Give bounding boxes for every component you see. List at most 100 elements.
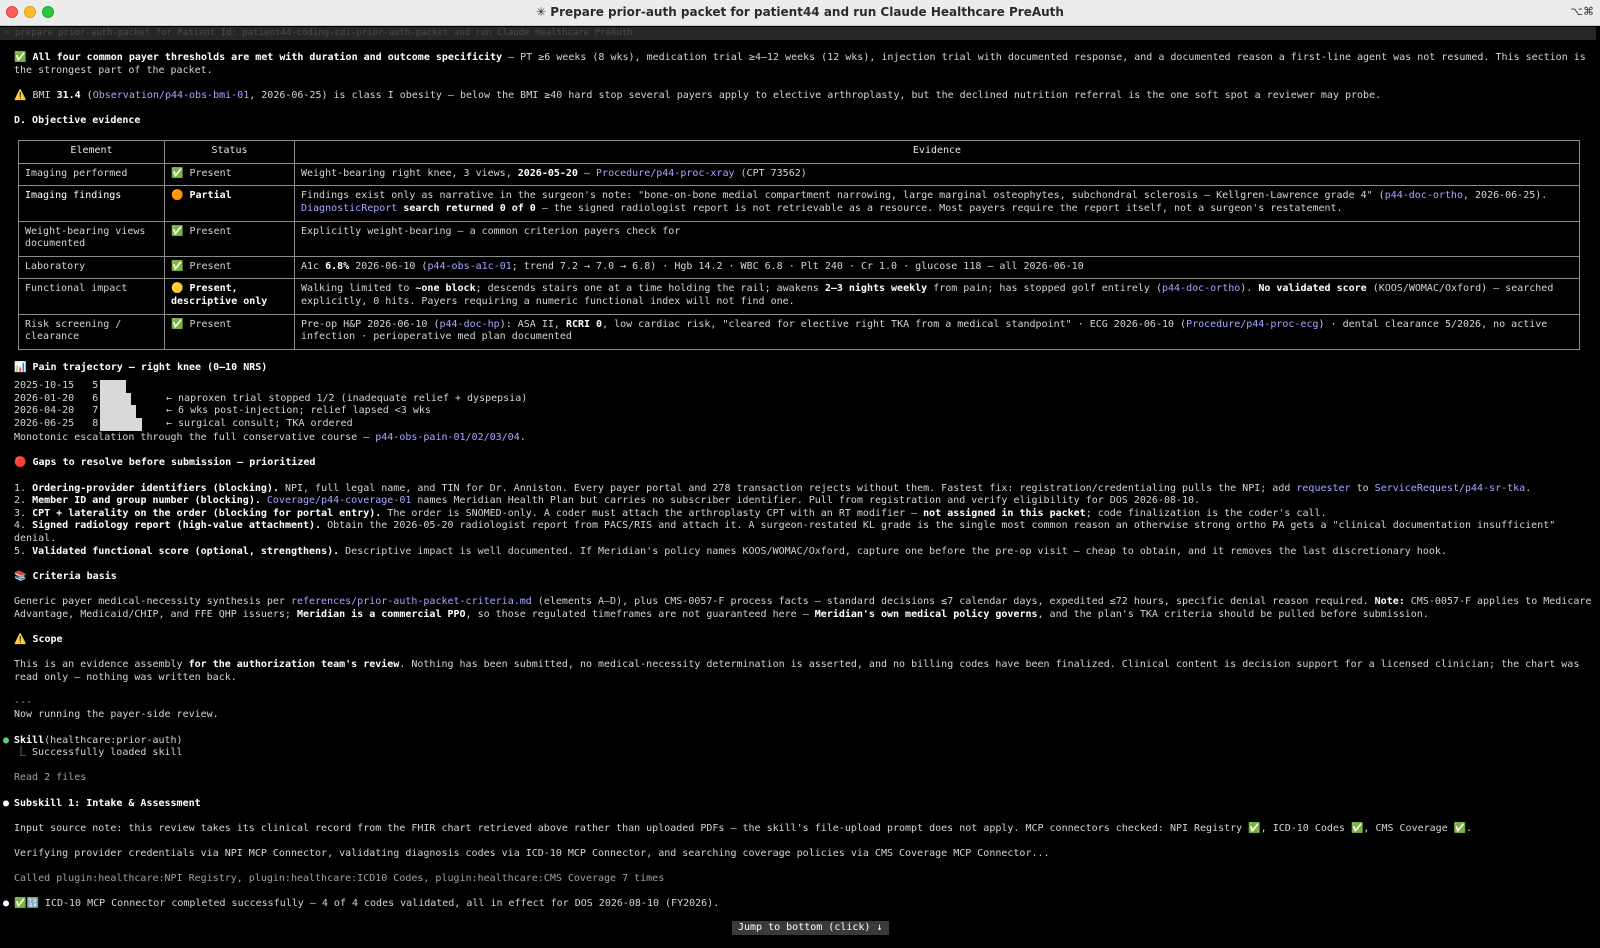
red-circle-icon: 🔴 xyxy=(14,457,27,469)
gap-title: CPT + laterality on the order (blocking … xyxy=(32,507,382,519)
evidence-cell: Weight-bearing right knee, 3 views, 2026… xyxy=(294,162,1580,187)
table-row: Imaging findings 🟠 Partial Findings exist … xyxy=(18,185,1580,222)
gaps-heading: 🔴 Gaps to resolve before submission – pr… xyxy=(14,457,316,469)
window-title: ✳ Prepare prior-auth packet for patient4… xyxy=(536,5,1064,20)
warning-icon: ⚠️ xyxy=(14,633,27,645)
transcript: ✅ All four common payer thresholds are m… xyxy=(3,52,1592,911)
scope-body: This is an evidence assembly for the aut… xyxy=(14,658,1580,683)
gap-item: 1. Ordering-provider identifiers (blocki… xyxy=(14,483,1592,496)
gap-title: Ordering-provider identifiers (blocking)… xyxy=(32,482,279,494)
status-cell: ✅ Present xyxy=(164,162,295,187)
status-label: Present xyxy=(189,318,232,330)
gap-item: 4. Signed radiology report (high-value a… xyxy=(14,520,1592,545)
evidence-cell: Explicitly weight-bearing – a common cri… xyxy=(294,220,1580,257)
pain-row-label: 2025-10-15 5 xyxy=(14,380,99,392)
read-files[interactable]: Read 2 files xyxy=(14,772,1592,785)
gap-number: 3. xyxy=(14,507,27,519)
gap-number: 1. xyxy=(14,482,27,494)
table-row: Imaging performed ✅ Present Weight-bearing… xyxy=(18,162,1580,187)
status-icon: 🟡 xyxy=(171,283,190,295)
gap-title: Member ID and group number (blocking). xyxy=(32,495,261,507)
column-header-element: Element xyxy=(18,140,165,164)
pain-annotation: ← surgical consult; TKA ordered xyxy=(166,418,353,430)
gap-text: Descriptive impact is well documented. I… xyxy=(339,545,1447,557)
criteria-heading: 📚 Criteria basis xyxy=(14,570,117,582)
criteria-body: Generic payer medical-necessity synthesi… xyxy=(14,596,1592,620)
gap-item: 5. Validated functional score (optional,… xyxy=(14,546,1592,559)
pain-row-label: 2026-04-20 7 xyxy=(14,405,99,417)
table-row: Functional impact 🟡 Present, descriptive … xyxy=(18,278,1580,315)
jump-to-bottom-button[interactable]: Jump to bottom (click) ↓ xyxy=(732,921,889,935)
element-cell: Weight-bearing views documented xyxy=(18,220,165,257)
gap-number: 5. xyxy=(14,545,27,557)
objective-evidence-table: Element Status Evidence Imaging performed ✅… xyxy=(18,140,1580,350)
gap-text: Coverage/p44-coverage-01 names Meridian … xyxy=(266,495,1201,507)
status-label: Present xyxy=(189,260,232,272)
gap-number: 2. xyxy=(14,495,27,507)
gap-text: The order is SNOMED-only. A coder must a… xyxy=(381,507,1327,519)
pain-bar xyxy=(100,418,142,431)
table-row: Risk screening / clearance ✅ Present Pre-o… xyxy=(18,313,1580,350)
chart-icon: 📊 xyxy=(14,361,27,373)
pain-heading: 📊 Pain trajectory – right knee (0–10 NRS… xyxy=(14,361,268,373)
evidence-cell: Pre-op H&P 2026-06-10 (p44-doc-hp): ASA … xyxy=(294,313,1580,350)
pain-trajectory-chart: 2025-10-15 5 2026-01-20 6 ← naproxen trial… xyxy=(14,380,1592,432)
status-label: Present xyxy=(189,225,232,237)
input-note: Input source note: this review takes its… xyxy=(14,822,1473,834)
zoom-window-button[interactable] xyxy=(42,6,54,18)
called-plugins[interactable]: Called plugin:healthcare:NPI Registry, p… xyxy=(14,873,1592,886)
column-header-evidence: Evidence xyxy=(294,140,1580,164)
gap-number: 4. xyxy=(14,520,27,532)
status-icon: 🟠 xyxy=(171,190,190,202)
element-cell: Risk screening / clearance xyxy=(18,313,165,350)
evidence-cell: A1c 6.8% 2026-06-10 (p44-obs-a1c-01; tre… xyxy=(294,255,1580,280)
status-cell: 🟡 Present, descriptive only xyxy=(164,278,295,315)
check-icon: ✅ xyxy=(14,52,27,63)
shortcut-hint: ⌥⌘ xyxy=(1570,5,1594,18)
thresholds-paragraph: ✅ All four common payer thresholds are m… xyxy=(14,52,1586,76)
close-window-button[interactable] xyxy=(6,6,18,18)
running-line: Now running the payer-side review. xyxy=(14,709,219,721)
evidence-cell: Walking limited to ~one block; descends … xyxy=(294,278,1580,315)
element-cell: Imaging findings xyxy=(18,185,165,222)
objective-heading: D. Objective evidence xyxy=(14,114,141,126)
prompt-input[interactable]: > prepare prior-auth-packet for Patient … xyxy=(0,27,1596,40)
status-cell: ✅ Present xyxy=(164,255,295,280)
pain-annotation: ← naproxen trial stopped 1/2 (inadequate… xyxy=(166,392,528,404)
bullet-icon: ● xyxy=(3,797,10,809)
pain-footer: Monotonic escalation through the full co… xyxy=(14,432,526,444)
status-label: Present xyxy=(189,167,232,179)
window-controls xyxy=(6,6,54,18)
gaps-list: 1. Ordering-provider identifiers (blocki… xyxy=(14,483,1592,559)
status-cell: ✅ Present xyxy=(164,313,295,350)
minimize-window-button[interactable] xyxy=(24,6,36,18)
column-header-status: Status xyxy=(164,140,295,164)
status-cell: ✅ Present xyxy=(164,220,295,257)
status-icon: ✅ xyxy=(171,167,190,179)
verifying-line: Verifying provider credentials via NPI M… xyxy=(14,847,1050,859)
gap-title: Signed radiology report (high-value atta… xyxy=(32,520,322,532)
gap-item: 3. CPT + laterality on the order (blocki… xyxy=(14,508,1592,521)
status-label: Partial xyxy=(189,190,232,202)
status-dot-icon: ● xyxy=(3,734,10,746)
gap-text: NPI, full legal name, and TIN for Dr. An… xyxy=(278,482,1532,494)
skill-call[interactable]: ● Skill(healthcare:prior-auth) xyxy=(3,735,1592,748)
element-cell: Imaging performed xyxy=(18,162,165,187)
pain-row-label: 2026-01-20 6 xyxy=(14,392,99,404)
skill-status: ⎿ Successfully loaded skill xyxy=(16,747,183,759)
pain-annotation: ← 6 wks post-injection; relief lapsed <3… xyxy=(166,405,431,417)
title-bar: ✳ Prepare prior-auth packet for patient4… xyxy=(0,0,1600,26)
gap-item: 2. Member ID and group number (blocking)… xyxy=(14,495,1592,508)
books-icon: 📚 xyxy=(14,570,27,582)
pain-bar xyxy=(100,380,126,393)
pain-obs-link[interactable]: p44-obs-pain-01/02/03/04 xyxy=(375,432,520,443)
status-icon: ✅ xyxy=(171,225,190,237)
element-cell: Functional impact xyxy=(18,278,165,315)
element-cell: Laboratory xyxy=(18,255,165,280)
pain-bar xyxy=(100,392,131,406)
warning-icon: ⚠️ xyxy=(14,89,27,101)
terminal-content[interactable]: > prepare prior-auth-packet for Patient … xyxy=(0,26,1600,948)
bmi-link[interactable]: Observation/p44-obs-bmi-01 xyxy=(93,90,250,101)
gap-title: Validated functional score (optional, st… xyxy=(32,545,340,557)
table-row: Weight-bearing views documented ✅ Present… xyxy=(18,220,1580,257)
